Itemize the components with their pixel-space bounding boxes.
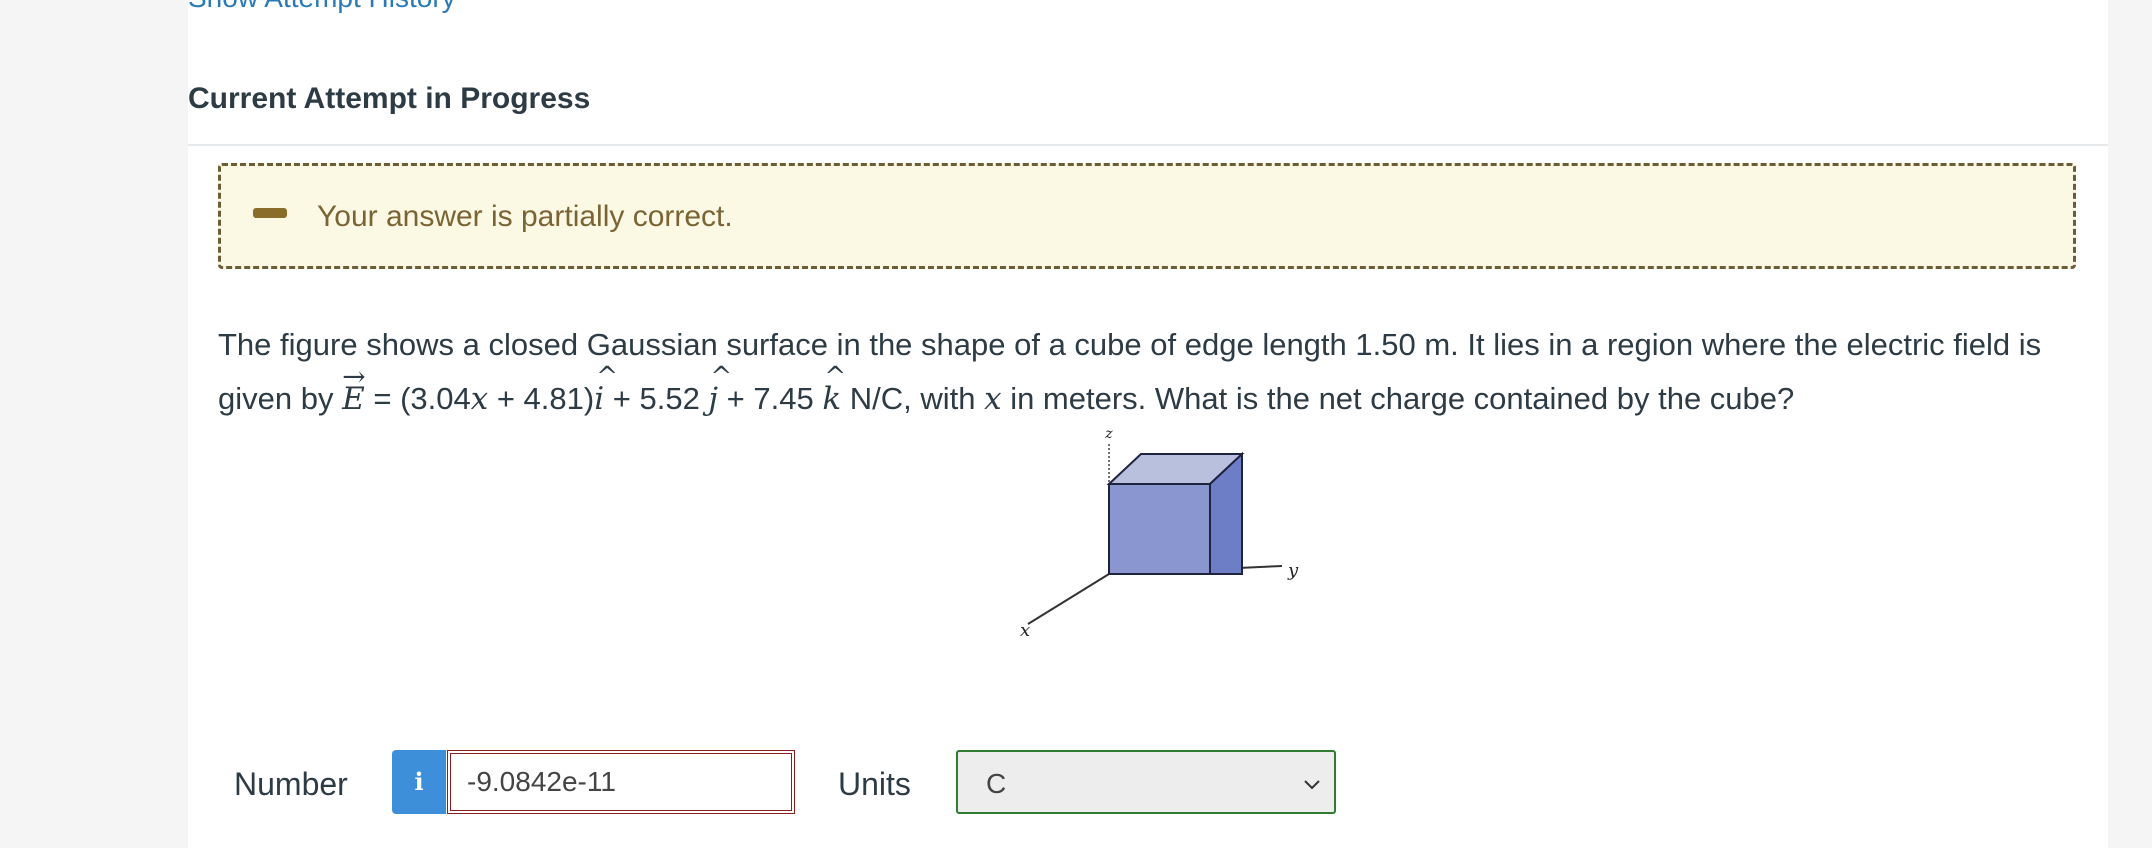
info-icon: i	[414, 767, 424, 796]
attempt-title: Current Attempt in Progress	[188, 82, 591, 115]
unit-i-hat: i	[594, 350, 618, 426]
question-part2: given by	[218, 381, 334, 416]
eq-segment-6: in meters. What is the net charge contai…	[1001, 381, 1795, 416]
feedback-banner: Your answer is partially correct.	[218, 163, 2076, 269]
number-input[interactable]	[447, 750, 795, 814]
var-x-2: x	[984, 381, 1002, 417]
eq-segment-3: + 5.52	[604, 381, 709, 416]
question-part1: The figure shows a closed Gaussian surfa…	[218, 327, 2042, 362]
eq-segment-4: + 7.45	[718, 381, 823, 416]
info-button[interactable]: i	[392, 750, 446, 814]
field-vector-e: E	[342, 350, 365, 426]
unit-k-hat: k	[822, 350, 846, 426]
question-text: The figure shows a closed Gaussian surfa…	[218, 318, 2098, 426]
cube-figure: z y x	[1020, 426, 1299, 641]
unit-j-hat: j	[708, 350, 731, 426]
x-axis	[1027, 573, 1110, 625]
feedback-message: Your answer is partially correct.	[317, 200, 733, 233]
units-selected-value: C	[986, 768, 1007, 799]
axis-label-x: x	[1020, 620, 1030, 641]
eq-segment-2: + 4.81)	[488, 381, 595, 416]
var-x: x	[470, 381, 489, 417]
eq-segment-1: = (3.04	[364, 381, 471, 416]
eq-segment-5: N/C, with	[841, 381, 985, 416]
chevron-down-icon	[1304, 780, 1320, 790]
units-label: Units	[838, 766, 911, 802]
axis-label-y: y	[1287, 560, 1299, 581]
divider	[188, 144, 2108, 146]
show-attempt-history-link[interactable]: Show Attempt History	[188, 0, 456, 14]
units-select[interactable]: C	[956, 750, 1336, 814]
answer-row: Number i Units C	[0, 748, 2152, 818]
axis-label-z: z	[1104, 426, 1113, 442]
number-label: Number	[234, 766, 348, 802]
cube-front-face	[1108, 483, 1211, 575]
minus-icon	[253, 208, 287, 218]
